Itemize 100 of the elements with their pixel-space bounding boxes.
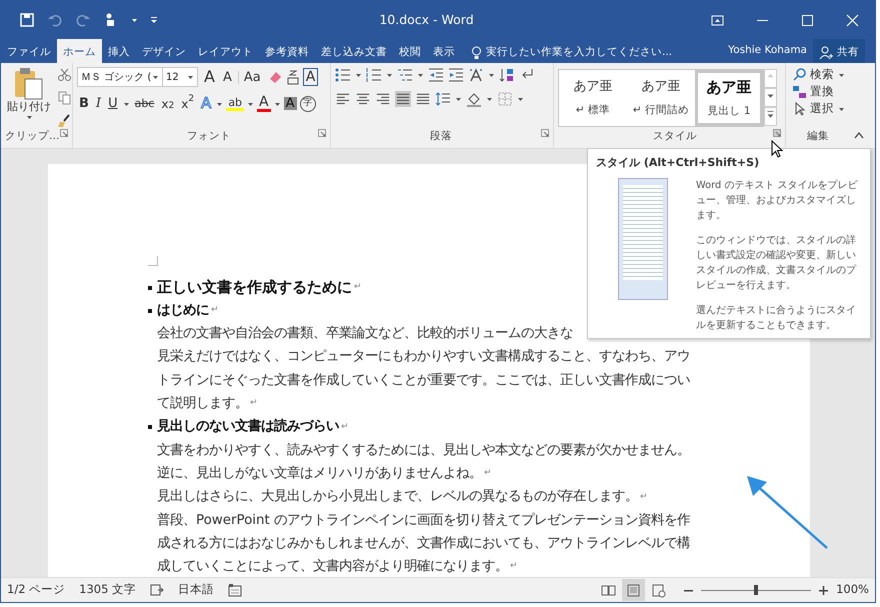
align-justify-icon[interactable] (395, 91, 411, 107)
group-label: フォント (187, 129, 231, 144)
dialog-launcher-icon[interactable] (318, 129, 326, 138)
replace-button[interactable]: 置換 (790, 84, 846, 99)
save-icon[interactable] (19, 12, 35, 28)
enclose-button[interactable]: 字 (300, 96, 316, 112)
multilevel-list-icon[interactable] (397, 67, 413, 83)
select-button[interactable]: 選択 (790, 101, 846, 116)
body-text-line: 見出しはさらに、大見出しから小見出しまで、レベルの異なるものが存在します。 (157, 488, 638, 506)
align-right-icon[interactable] (375, 91, 391, 107)
shading-button[interactable]: A (284, 97, 297, 110)
word-count[interactable]: 1305 文字 (79, 581, 136, 599)
paragraph-mark: ↵ (484, 467, 492, 480)
ribbon-tab[interactable]: デザイン (136, 39, 192, 63)
person-icon[interactable] (819, 46, 833, 60)
language-indicator[interactable]: 日本語 (178, 581, 214, 599)
scroll-down-icon[interactable] (764, 88, 777, 107)
body-text-line: 会社の文書や自治会の書類、卒業論文など、比較的ボリュームの大きな (157, 324, 573, 344)
scissors-icon[interactable] (57, 67, 72, 82)
decrease-indent-icon[interactable] (428, 67, 444, 83)
zoom-level[interactable]: 100% (836, 581, 869, 599)
phonetic-guide-icon[interactable] (286, 69, 299, 85)
group-label: 編集 (807, 130, 829, 142)
paste-button[interactable]: 貼り付け (5, 67, 53, 128)
heading-text: 見出しのない文書は読みづらい (157, 417, 339, 436)
tell-me-search[interactable]: 実行したい作業を入力してください... (465, 39, 678, 63)
paintbrush-icon[interactable] (57, 113, 72, 128)
tooltip-title: スタイル (Alt+Ctrl+Shift+S) (596, 155, 760, 171)
body-text-line: て説明します。 (157, 394, 248, 414)
sub-button[interactable]: x$_{2}$ (159, 98, 176, 110)
body-text-line: トラインにそぐった文書を作成していくことが重要です。ここでは、正しい文書作成につい (157, 372, 690, 390)
color-button[interactable]: A (257, 95, 271, 112)
proofing-icon[interactable] (150, 583, 164, 597)
bullet-list-icon[interactable] (335, 67, 351, 83)
macro-record-icon[interactable] (228, 583, 242, 597)
style-gallery-item[interactable]: あア亜 見出し 1 (695, 70, 763, 126)
group-label: 段落 (430, 129, 452, 144)
font-size-field[interactable]: 12 (162, 67, 198, 87)
ribbon-display-options-icon[interactable] (710, 12, 725, 28)
style-gallery-item[interactable]: あア亜 ↵ 標準 (559, 70, 627, 126)
dialog-launcher-icon[interactable] (773, 129, 781, 138)
change-case-button[interactable]: Aa (238, 70, 263, 84)
increase-indent-icon[interactable] (448, 67, 464, 83)
italic-button[interactable]: I (94, 97, 104, 110)
ribbon-tab[interactable]: 差し込み文書 (315, 39, 393, 63)
ribbon-tab[interactable]: 表示 (427, 39, 461, 63)
lightbulb-icon[interactable] (471, 46, 482, 60)
close-icon[interactable] (844, 12, 860, 28)
align-left-icon[interactable] (335, 91, 351, 107)
body-text-line: 逆に、見出しがない文章はメリハリがありませんよね。 (157, 464, 482, 483)
character-border-button[interactable]: A (302, 68, 318, 86)
paragraph-mark: ↵ (640, 490, 648, 504)
ribbon-tab[interactable]: 挿入 (102, 39, 136, 63)
align-distribute-icon[interactable] (415, 91, 431, 107)
window-title: 10.docx - Word (379, 10, 474, 29)
paint-bucket-icon[interactable] (466, 91, 482, 107)
grow-font-button[interactable]: A (202, 69, 217, 85)
underline-button[interactable]: U (106, 97, 120, 110)
ribbon-tab[interactable]: 参考資料 (259, 39, 315, 63)
shrink-font-button[interactable]: A (220, 70, 234, 84)
paragraph-mark: ↵ (341, 420, 349, 434)
paragraph-mark: ↵ (250, 397, 258, 410)
page-count[interactable]: 1/2 ページ (7, 581, 66, 599)
dialog-launcher-icon[interactable] (541, 129, 549, 138)
more-styles-icon[interactable] (764, 107, 777, 126)
zoom-in-icon[interactable] (819, 586, 828, 594)
ribbon-tab[interactable]: レイアウト (192, 39, 259, 63)
search-icon (792, 67, 806, 82)
ribbon-tab[interactable]: ファイル (1, 39, 57, 63)
copy-icon[interactable] (57, 90, 72, 105)
font-name-field[interactable]: ＭＳ ゴシック ( (77, 67, 163, 87)
paragraph-mark: ↵ (211, 304, 219, 318)
line-spacing-icon[interactable] (435, 91, 451, 107)
ribbon-tab[interactable]: ホーム (57, 39, 102, 63)
user-name: Yoshie Kohama (727, 43, 808, 58)
group-label: クリップ… (5, 129, 60, 144)
book-icon (601, 582, 616, 598)
ribbon-tab[interactable]: 校閲 (393, 39, 427, 63)
strike-button[interactable]: abc (132, 98, 156, 109)
tooltip-text: Word のテキスト スタイルをプレビュー、管理、およびカスタマイズします。 (696, 178, 858, 222)
replace-icon (792, 84, 806, 99)
customize-caret-icon[interactable] (150, 16, 158, 24)
maximize-icon[interactable] (800, 12, 815, 28)
tooltip-text: このウィンドウでは、スタイルの詳しい書式設定の確認や変更、新しいスタイルの作成、文書スタイルのプレビューを行えます。 (696, 234, 858, 292)
style-gallery-item[interactable]: あア亜 ↵ 行間詰め (627, 70, 695, 126)
align-center-icon[interactable] (355, 91, 371, 107)
collapse-ribbon-icon[interactable] (854, 131, 864, 139)
zoom-slider[interactable] (701, 585, 812, 595)
bold-button[interactable]: B (77, 97, 91, 110)
character-spacing-icon[interactable] (468, 67, 484, 83)
share-button[interactable]: 共有 (813, 39, 865, 63)
dialog-launcher-icon[interactable] (60, 129, 68, 138)
body-text-line: 見栄えだけではなく、コンピューターにもわかりやすい文書構成すること、すなわち、アウ (157, 348, 690, 366)
sort-icon[interactable] (499, 67, 515, 83)
numbered-list-icon[interactable] (366, 67, 382, 83)
find-button[interactable]: 検索 (790, 67, 846, 82)
body-text-line: 普段、PowerPoint のアウトラインペインに画面を切り替えてプレゼンテーション資料を作 (157, 512, 690, 530)
body-text-line: 成される方にはおなじみかもしれませんが、文書作成においても、アウトラインレベルで構 (157, 534, 690, 553)
highlight-button[interactable]: ab (226, 96, 244, 110)
print-layout-button[interactable] (622, 579, 646, 601)
